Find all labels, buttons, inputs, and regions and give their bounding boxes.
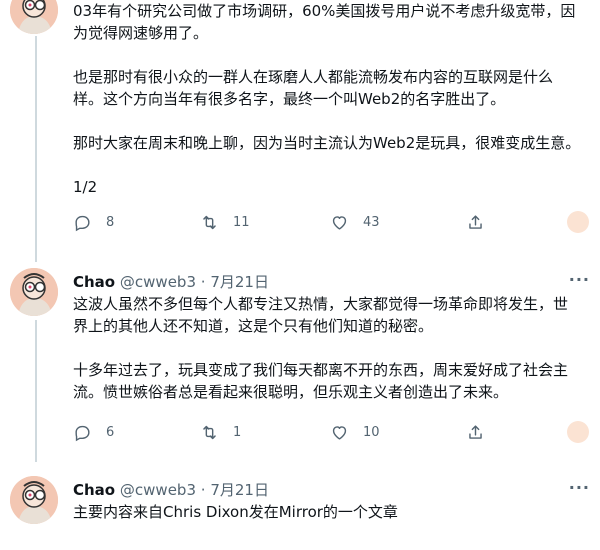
heart-icon [332, 425, 347, 440]
display-name[interactable]: Chao [73, 273, 115, 291]
tweet-paragraph: 03年有个研究公司做了市场调研，60%美国拨号用户说不考虑升级宽带，因 为觉得网… [73, 0, 593, 44]
tweet-2[interactable]: Chao @cwweb3 · 7月21日 ··· 这波人虽然不多但每个人都专注又… [0, 262, 600, 462]
share-icon [469, 424, 482, 439]
more-options-button[interactable]: ··· [569, 270, 590, 289]
separator-dot: · [200, 481, 206, 499]
tweet-actions: 6 1 10 [73, 420, 593, 444]
tweet-paragraph: 主要内容来自Chris Dixon发在Mirror的一个文章 [73, 501, 593, 523]
retweet-button[interactable]: 1 [200, 420, 241, 444]
tweet-paragraph: 那时大家在周末和晚上聊，因为当时主流认为Web2是玩具，很难变成生意。 [73, 132, 593, 154]
thread-line [35, 36, 37, 262]
tweet-text: 03年有个研究公司做了市场调研，60%美国拨号用户说不考虑升级宽带，因 为觉得网… [73, 0, 593, 198]
text-line: 流。愤世嫉俗者总是看起来很聪明，但乐观主义者创造出了未来。 [73, 383, 509, 401]
retweet-icon [203, 215, 216, 229]
text-line: 十多年过去了，玩具变成了我们每天都离不开的东西，周末爱好成了社会主 [73, 361, 569, 379]
thread-counter: 1/2 [73, 178, 98, 196]
avatar[interactable] [10, 476, 58, 524]
retweet-icon [203, 425, 216, 439]
display-name[interactable]: Chao [73, 481, 115, 499]
avatar-illustration [10, 476, 58, 524]
thread-line [35, 320, 37, 462]
share-button[interactable] [466, 420, 485, 444]
tweet-paragraph: 这波人虽然不多但每个人都专注又热情，大家都觉得一场革命即将发生，世 界上的其他人… [73, 293, 593, 337]
text-line: 样。这个方向当年有很多名字，最终一个叫Web2的名字胜出了。 [73, 90, 506, 108]
reply-button[interactable]: 8 [73, 210, 114, 234]
like-count: 43 [363, 214, 380, 230]
tweet-text: 主要内容来自Chris Dixon发在Mirror的一个文章 [73, 501, 593, 523]
text-line: 那时大家在周末和晚上聊，因为当时主流认为Web2是玩具，很难变成生意。 [73, 134, 581, 152]
text-line: 03年有个研究公司做了市场调研，60%美国拨号用户说不考虑升级宽带，因 [73, 2, 576, 20]
retweet-button[interactable]: 11 [200, 210, 250, 234]
retweet-count: 11 [233, 214, 250, 230]
like-button[interactable]: 10 [330, 420, 380, 444]
tweet-actions: 8 11 43 [73, 210, 593, 234]
tweet-paragraph: 十多年过去了，玩具变成了我们每天都离不开的东西，周末爱好成了社会主 流。愤世嫉俗… [73, 359, 593, 403]
retweet-count: 1 [233, 424, 242, 440]
user-handle[interactable]: @cwweb3 [120, 481, 196, 499]
avatar[interactable] [10, 268, 58, 316]
more-options-button[interactable]: ··· [569, 478, 590, 497]
reaction-badge[interactable] [567, 211, 589, 233]
share-icon [469, 214, 482, 229]
reply-button[interactable]: 6 [73, 420, 114, 444]
separator-dot: · [200, 273, 206, 291]
share-button[interactable] [466, 210, 485, 234]
tweet-3[interactable]: Chao @cwweb3 · 7月21日 ··· 主要内容来自Chris Dix… [0, 470, 600, 550]
text-line: 主要内容来自Chris Dixon发在Mirror的一个文章 [73, 503, 398, 521]
reaction-badge[interactable] [567, 421, 589, 443]
user-handle[interactable]: @cwweb3 [120, 273, 196, 291]
tweet-date[interactable]: 7月21日 [210, 481, 269, 499]
text-line: 为觉得网速够用了。 [73, 24, 209, 42]
text-line: 这波人虽然不多但每个人都专注又热情，大家都觉得一场革命即将发生，世 [73, 295, 569, 313]
like-count: 10 [363, 424, 380, 440]
tweet-paragraph: 1/2 [73, 176, 593, 198]
tweet-text: 这波人虽然不多但每个人都专注又热情，大家都觉得一场革命即将发生，世 界上的其他人… [73, 293, 593, 403]
tweet-date[interactable]: 7月21日 [210, 273, 269, 291]
reply-count: 6 [106, 424, 115, 440]
text-line: 也是那时有很小众的一群人在琢磨人人都能流畅发布内容的互联网是什么 [73, 68, 554, 86]
reply-icon [75, 425, 90, 441]
tweet-paragraph: 也是那时有很小众的一群人在琢磨人人都能流畅发布内容的互联网是什么 样。这个方向当… [73, 66, 593, 110]
tweet-header: Chao @cwweb3 · 7月21日 [73, 480, 269, 500]
text-line: 界上的其他人还不知道，这是个只有他们知道的秘密。 [73, 317, 434, 335]
avatar[interactable] [10, 0, 58, 34]
like-button[interactable]: 43 [330, 210, 380, 234]
tweet-header: Chao @cwweb3 · 7月21日 [73, 272, 269, 292]
reply-icon [75, 215, 90, 231]
reply-count: 8 [106, 214, 115, 230]
avatar-illustration [10, 268, 58, 316]
avatar-illustration [10, 0, 58, 34]
tweet-1[interactable]: 03年有个研究公司做了市场调研，60%美国拨号用户说不考虑升级宽带，因 为觉得网… [0, 0, 600, 262]
heart-icon [332, 215, 347, 230]
